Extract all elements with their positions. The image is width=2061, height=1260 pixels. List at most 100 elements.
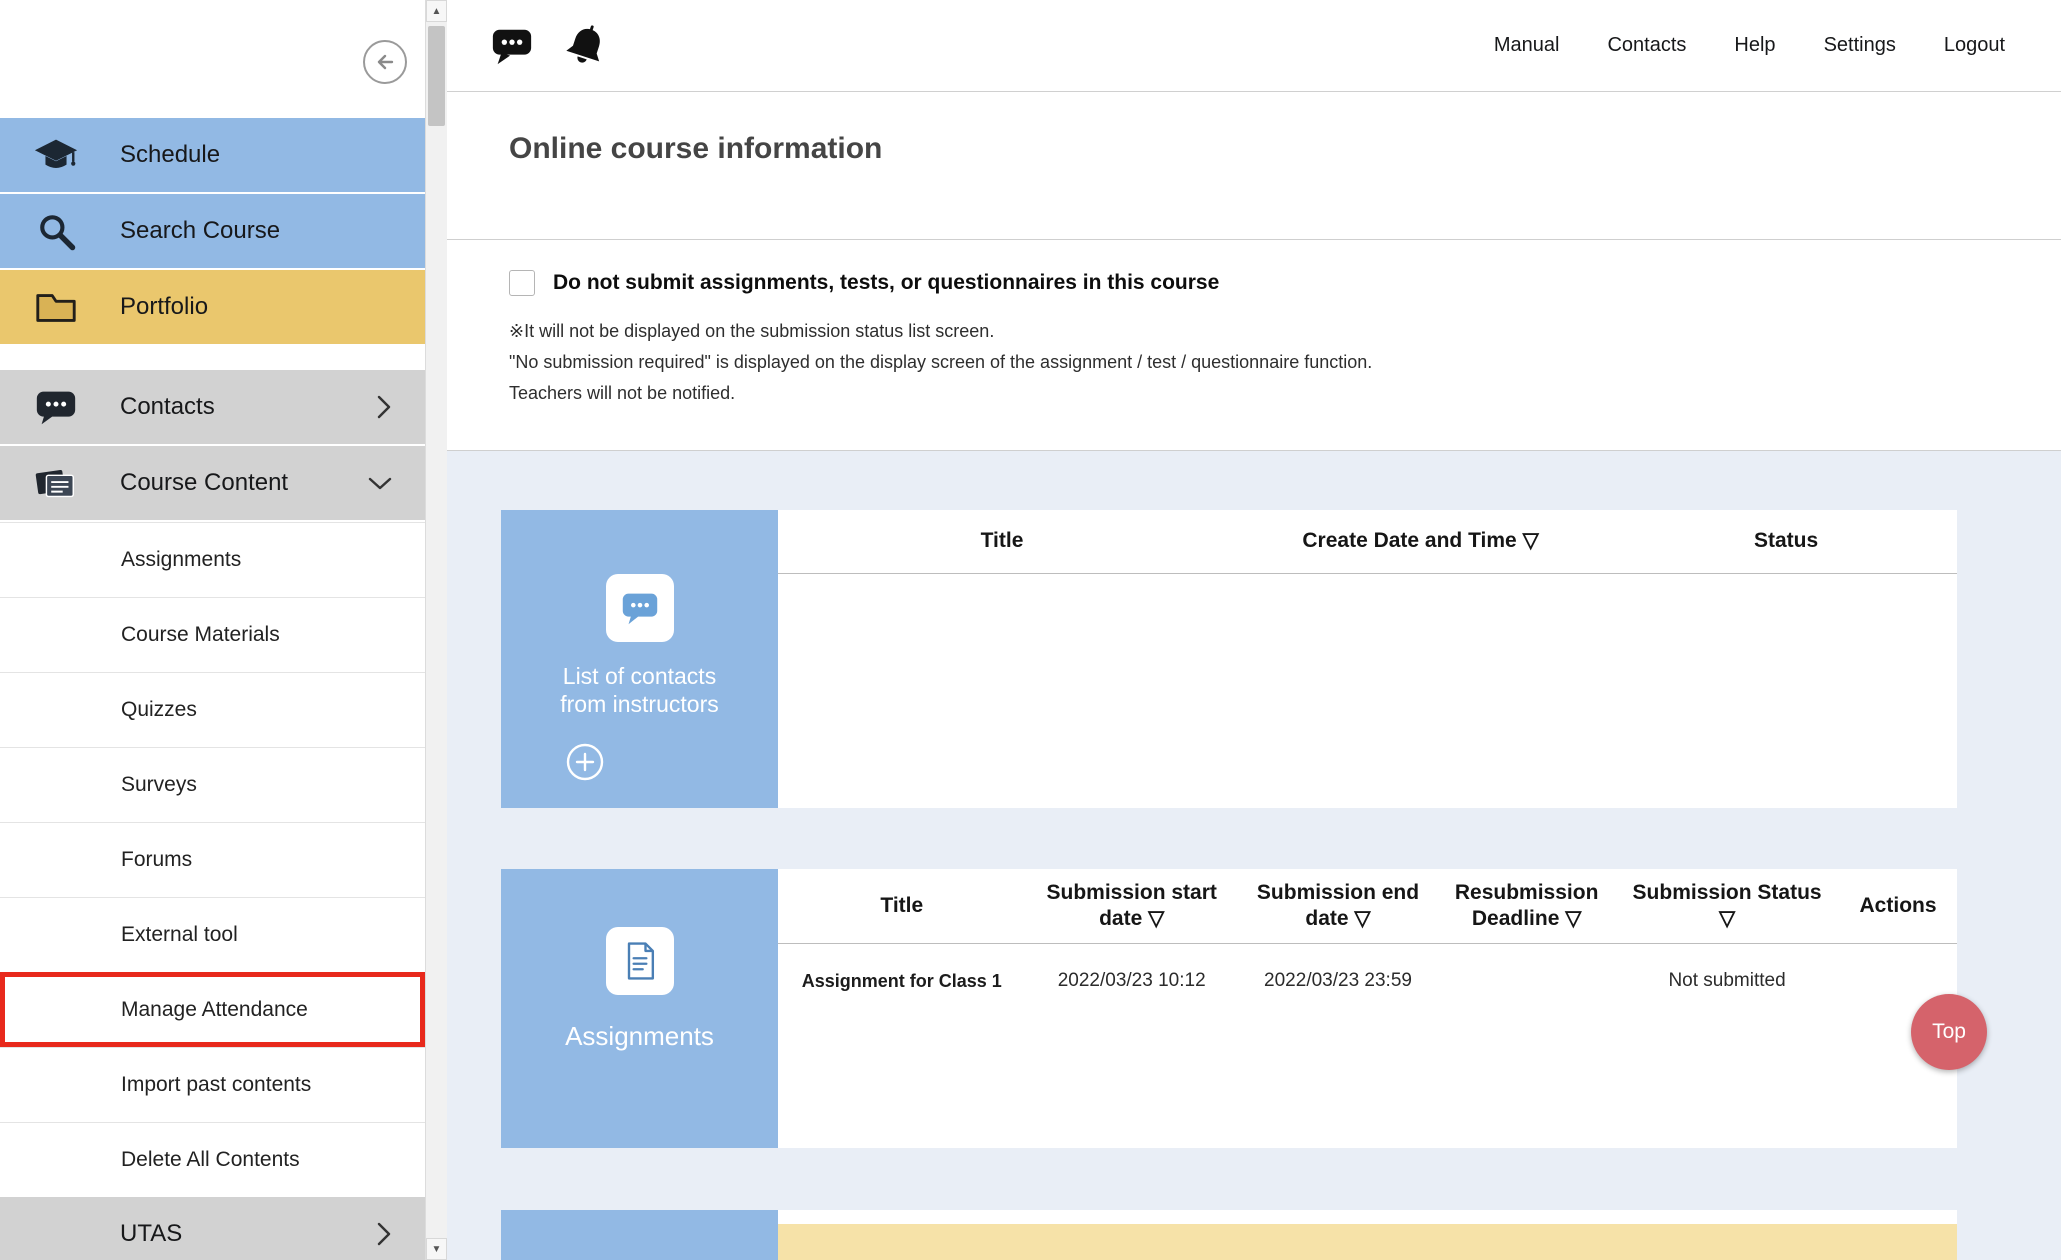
next-section-table [778,1210,1957,1260]
sidebar-scrollbar[interactable]: ▲ ▼ [425,0,447,1260]
sidebar-item-label: Contacts [120,393,215,421]
search-icon [32,207,80,255]
folder-icon [32,283,80,331]
chat-bubble-icon [32,383,80,431]
scroll-down-arrow-icon[interactable]: ▼ [426,1238,447,1260]
sidebar-item-course-content[interactable]: Course Content [0,446,425,522]
sidebar-item-course-materials[interactable]: Course Materials [0,597,425,672]
column-header-status: Status [1615,510,1957,573]
messages-icon[interactable] [489,24,535,68]
sidebar-item-external-tool[interactable]: External tool [0,897,425,972]
notification-bell-icon[interactable] [563,23,609,69]
column-header-actions: Actions [1839,869,1957,943]
empty-table-body [778,1019,1957,1148]
graduation-cap-icon [32,131,80,179]
top-nav: Manual Contacts Help Settings Logout [1494,34,2005,57]
assignment-document-icon [606,927,674,995]
app-root: Schedule Search Course Portfolio [0,0,2061,1260]
sidebar-item-surveys[interactable]: Surveys [0,747,425,822]
sidebar-item-label: Forums [121,848,192,872]
column-header-title: Title [778,510,1226,573]
sidebar-item-label: Import past contents [121,1073,311,1097]
column-header-submission-start[interactable]: Submission start date ▽ [1026,869,1238,943]
nav-settings[interactable]: Settings [1824,34,1896,57]
assignment-resubmission [1438,943,1615,1019]
contacts-table-wrap: Title Create Date and Time ▽ Status [778,510,1957,808]
contacts-bubble-icon [606,574,674,642]
sidebar-content: Schedule Search Course Portfolio [0,0,425,1260]
back-arrow-icon [372,49,398,75]
sidebar-gap [0,346,425,370]
column-header-resubmission-deadline[interactable]: Resubmission Deadline ▽ [1438,869,1615,943]
assignments-panel: Assignments [501,869,778,1148]
assignment-row[interactable]: Assignment for Class 1 2022/03/23 10:12 … [778,943,1957,1019]
sidebar-item-portfolio[interactable]: Portfolio [0,270,425,346]
contacts-panel-label: List of contacts from instructors [540,662,740,718]
header-icons [489,23,609,69]
nav-manual[interactable]: Manual [1494,34,1560,57]
sidebar-item-label: External tool [121,923,238,947]
sidebar-item-manage-attendance[interactable]: Manage Attendance [0,972,425,1047]
note-line: ※It will not be displayed on the submiss… [509,316,2061,347]
chevron-right-icon [375,394,393,420]
assignments-table-wrap: Title Submission start date ▽ Submission… [778,869,1957,1148]
sidebar-item-quizzes[interactable]: Quizzes [0,672,425,747]
sidebar-item-label: Schedule [120,141,220,169]
contacts-table: Title Create Date and Time ▽ Status [778,510,1957,808]
sidebar: Schedule Search Course Portfolio [0,0,447,1260]
note-line: Teachers will not be notified. [509,378,2061,409]
next-section-header-strip [778,1210,1957,1224]
sidebar-header [0,0,425,118]
nav-help[interactable]: Help [1734,34,1775,57]
title-section: Online course information [447,92,2061,240]
scrollbar-thumb[interactable] [428,26,445,126]
assignment-start-date: 2022/03/23 10:12 [1026,943,1238,1019]
scroll-up-arrow-icon[interactable]: ▲ [426,0,447,22]
sidebar-item-label: Manage Attendance [121,998,308,1022]
collapse-sidebar-button[interactable] [363,40,407,84]
nav-contacts[interactable]: Contacts [1607,34,1686,57]
sidebar-item-label: Quizzes [121,698,197,722]
sidebar-item-forums[interactable]: Forums [0,822,425,897]
sidebar-item-label: Surveys [121,773,197,797]
column-header-submission-status[interactable]: Submission Status ▽ [1615,869,1839,943]
checkbox-row: Do not submit assignments, tests, or que… [509,270,2061,296]
assignments-panel-label: Assignments [565,1021,714,1052]
sidebar-item-assignments[interactable]: Assignments [0,522,425,597]
next-section-panel [501,1210,778,1260]
submission-settings-section: Do not submit assignments, tests, or que… [447,240,2061,451]
assignment-title[interactable]: Assignment for Class 1 [778,943,1026,1019]
sidebar-item-import-past-contents[interactable]: Import past contents [0,1047,425,1122]
sidebar-item-label: Search Course [120,217,280,245]
add-contact-button[interactable] [565,742,605,782]
chevron-right-icon [375,1221,393,1247]
column-header-create-date[interactable]: Create Date and Time ▽ [1226,510,1615,573]
chevron-down-icon [367,474,393,492]
highlighted-row [778,1224,1957,1260]
sidebar-item-schedule[interactable]: Schedule [0,118,425,194]
sidebar-item-contacts[interactable]: Contacts [0,370,425,446]
sidebar-item-search-course[interactable]: Search Course [0,194,425,270]
assignment-end-date: 2022/03/23 23:59 [1238,943,1438,1019]
nav-logout[interactable]: Logout [1944,34,2005,57]
column-header-submission-end[interactable]: Submission end date ▽ [1238,869,1438,943]
sidebar-item-label: Delete All Contents [121,1148,300,1172]
sidebar-item-label: Portfolio [120,293,208,321]
assignments-card: Assignments Title Submission start date … [501,869,1957,1148]
page-title: Online course information [509,132,2061,166]
assignments-table: Title Submission start date ▽ Submission… [778,869,1957,1148]
no-submission-checkbox[interactable] [509,270,535,296]
main-area: Manual Contacts Help Settings Logout Onl… [447,0,2061,1260]
course-content-icon [32,459,80,507]
sidebar-item-label: Course Content [120,469,288,497]
contacts-panel: List of contacts from instructors [501,510,778,808]
empty-table-body [778,573,1957,808]
sidebar-item-utas[interactable]: UTAS [0,1197,425,1260]
column-header-title: Title [778,869,1026,943]
sidebar-item-label: Course Materials [121,623,280,647]
next-section-card [501,1210,1957,1260]
assignment-status: Not submitted [1615,943,1839,1019]
scroll-to-top-button[interactable]: Top [1911,994,1987,1070]
note-line: "No submission required" is displayed on… [509,347,2061,378]
sidebar-item-delete-all-contents[interactable]: Delete All Contents [0,1122,425,1197]
